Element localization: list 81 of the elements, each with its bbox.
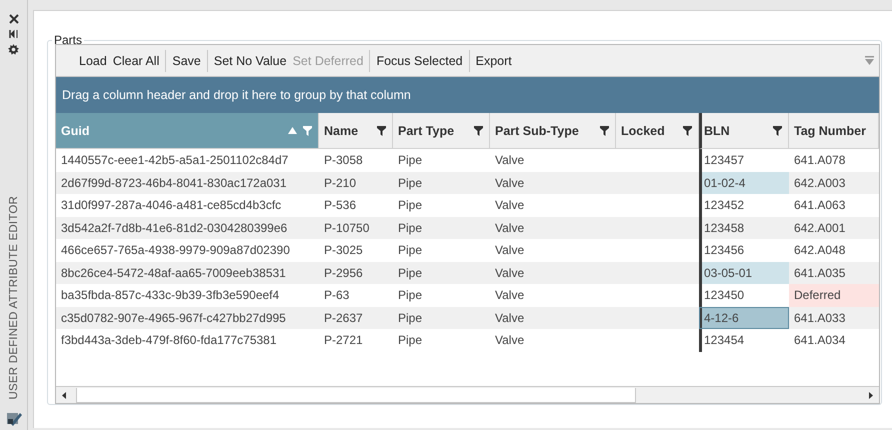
table-cell-text: f3bd443a-3deb-479f-8f60-fda177c75381 — [60, 332, 278, 350]
table-cell-text: P-10750 — [323, 220, 370, 237]
table-cell-text: P-3025 — [323, 242, 364, 260]
table-cell[interactable]: 03-05-01 — [699, 262, 789, 284]
table-cell-text: Valve — [494, 332, 526, 350]
table-cell[interactable]: 642.A003 — [789, 172, 879, 194]
table-cell-text: P-2721 — [323, 332, 364, 350]
table-cell-text: P-210 — [323, 174, 358, 192]
table-cell-text: 1440557c-eee1-42b5-a5a1-2501102c84d7 — [60, 152, 290, 170]
group-by-panel[interactable]: Drag a column header and drop it here to group by that column — [56, 77, 879, 113]
table-cell-text: 31d0f997-287a-4046-a481-ce85cd4b3cfc — [60, 197, 282, 214]
table-cell-text: Pipe — [397, 287, 424, 304]
toolbar-button[interactable]: Set No Value — [210, 52, 290, 70]
table-cell-text: P-63 — [323, 287, 350, 304]
toolbar-button[interactable]: Focus Selected — [373, 52, 466, 70]
table-row[interactable]: c35d0782-907e-4965-967f-c427bb27d995 P-2637 Pipe Valve 4-12-6 641.A033 — [56, 306, 879, 329]
table-cell-text: Pipe — [397, 152, 424, 170]
horizontal-scrollbar[interactable] — [56, 386, 879, 403]
scroll-left-icon[interactable] — [62, 392, 66, 398]
toolbar-button[interactable]: Export — [472, 52, 515, 70]
table-cell-text: Pipe — [397, 310, 424, 327]
table-cell-text: P-2956 — [323, 264, 364, 282]
table-cell-text: Pipe — [397, 264, 424, 282]
table-row[interactable]: 8bc26ce4-5472-48af-aa65-7009eeb38531 P-2956 Pipe Valve 03-05-01 641.A035 — [56, 262, 879, 284]
table-cell[interactable]: 642.A001 — [789, 216, 879, 239]
toolbar-button[interactable]: Save — [169, 52, 204, 70]
filter-icon[interactable] — [377, 126, 386, 136]
table-cell[interactable]: 123454 — [699, 329, 789, 352]
filter-icon[interactable] — [474, 126, 483, 136]
table-cell-text: Valve — [494, 197, 526, 214]
table-cell-text: 466ce657-765a-4938-9979-909a87d02390 — [60, 242, 291, 260]
table-cell-text: Pipe — [397, 197, 424, 214]
table-cell-text: Pipe — [397, 220, 424, 237]
table-cell[interactable]: 641.A063 — [789, 194, 879, 216]
group-title: Parts — [53, 33, 84, 47]
column-header[interactable]: BLN — [699, 113, 789, 149]
filter-icon[interactable] — [773, 126, 782, 136]
table-cell-text: P-3058 — [323, 152, 364, 170]
table-cell-text: Valve — [494, 287, 526, 304]
table-cell-text: 2d67f99d-8723-46b4-8041-830ac172a031 — [60, 174, 288, 192]
table-cell[interactable]: Deferred — [789, 284, 879, 306]
panel-title: USER DEFINED ATTRIBUTE EDITOR — [8, 196, 20, 399]
table-row[interactable]: 3d542a2f-7d8b-41e6-81d2-0304280399e6 P-10750 Pipe Valve 123458 642.A001 — [56, 216, 879, 239]
table-cell-text: c35d0782-907e-4965-967f-c427bb27d995 — [60, 310, 287, 327]
table-cell[interactable]: 641.A078 — [789, 149, 879, 172]
table-cell-text: P-536 — [323, 197, 358, 214]
table-cell[interactable]: 641.A035 — [789, 262, 879, 284]
table-cell-text: Valve — [494, 310, 526, 327]
table-cell-text: Valve — [494, 152, 526, 170]
column-header[interactable]: Name — [319, 113, 393, 149]
column-header[interactable]: Locked — [616, 113, 699, 149]
filter-icon[interactable] — [600, 126, 609, 136]
table-cell-text: Valve — [494, 242, 526, 260]
table-cell[interactable]: 642.A048 — [789, 239, 879, 262]
table-cell-text: Valve — [494, 220, 526, 237]
table-cell-text: P-2637 — [323, 310, 364, 327]
settings-icon[interactable] — [8, 44, 19, 55]
table-cell[interactable]: 01-02-4 — [699, 172, 789, 194]
column-header[interactable]: Part Type — [393, 113, 490, 149]
table-cell-text: 3d542a2f-7d8b-41e6-81d2-0304280399e6 — [60, 220, 288, 237]
table-cell[interactable]: 641.A033 — [789, 306, 879, 329]
toolbar-button[interactable]: Load — [76, 52, 110, 70]
editor-icon[interactable] — [6, 410, 22, 426]
table-cell-text: Valve — [494, 174, 526, 192]
table-cell-text: Pipe — [397, 242, 424, 260]
toolbar-button[interactable]: Clear All — [110, 52, 162, 70]
table-cell-text: Valve — [494, 264, 526, 282]
column-header[interactable]: Part Sub-Type — [490, 113, 616, 149]
table-cell-text: 8bc26ce4-5472-48af-aa65-7009eeb38531 — [60, 264, 287, 282]
table-cell[interactable]: 4-12-6 — [699, 306, 789, 329]
filter-icon[interactable] — [683, 126, 692, 136]
table-cell-text: Pipe — [397, 332, 424, 350]
sort-ascending-icon[interactable] — [288, 127, 297, 134]
collapse-icon[interactable] — [9, 29, 18, 39]
column-header[interactable]: Tag Number — [789, 113, 879, 149]
table-cell[interactable]: 641.A034 — [789, 329, 879, 352]
close-icon[interactable] — [8, 14, 18, 24]
table-row[interactable]: 2d67f99d-8723-46b4-8041-830ac172a031 P-210 Pipe Valve 01-02-4 642.A003 — [56, 172, 879, 194]
scroll-right-icon[interactable] — [869, 392, 873, 398]
table-cell-text: Pipe — [397, 174, 424, 192]
table-cell-text: ba35fbda-857c-433c-9b39-3fb3e590eef4 — [60, 287, 280, 304]
